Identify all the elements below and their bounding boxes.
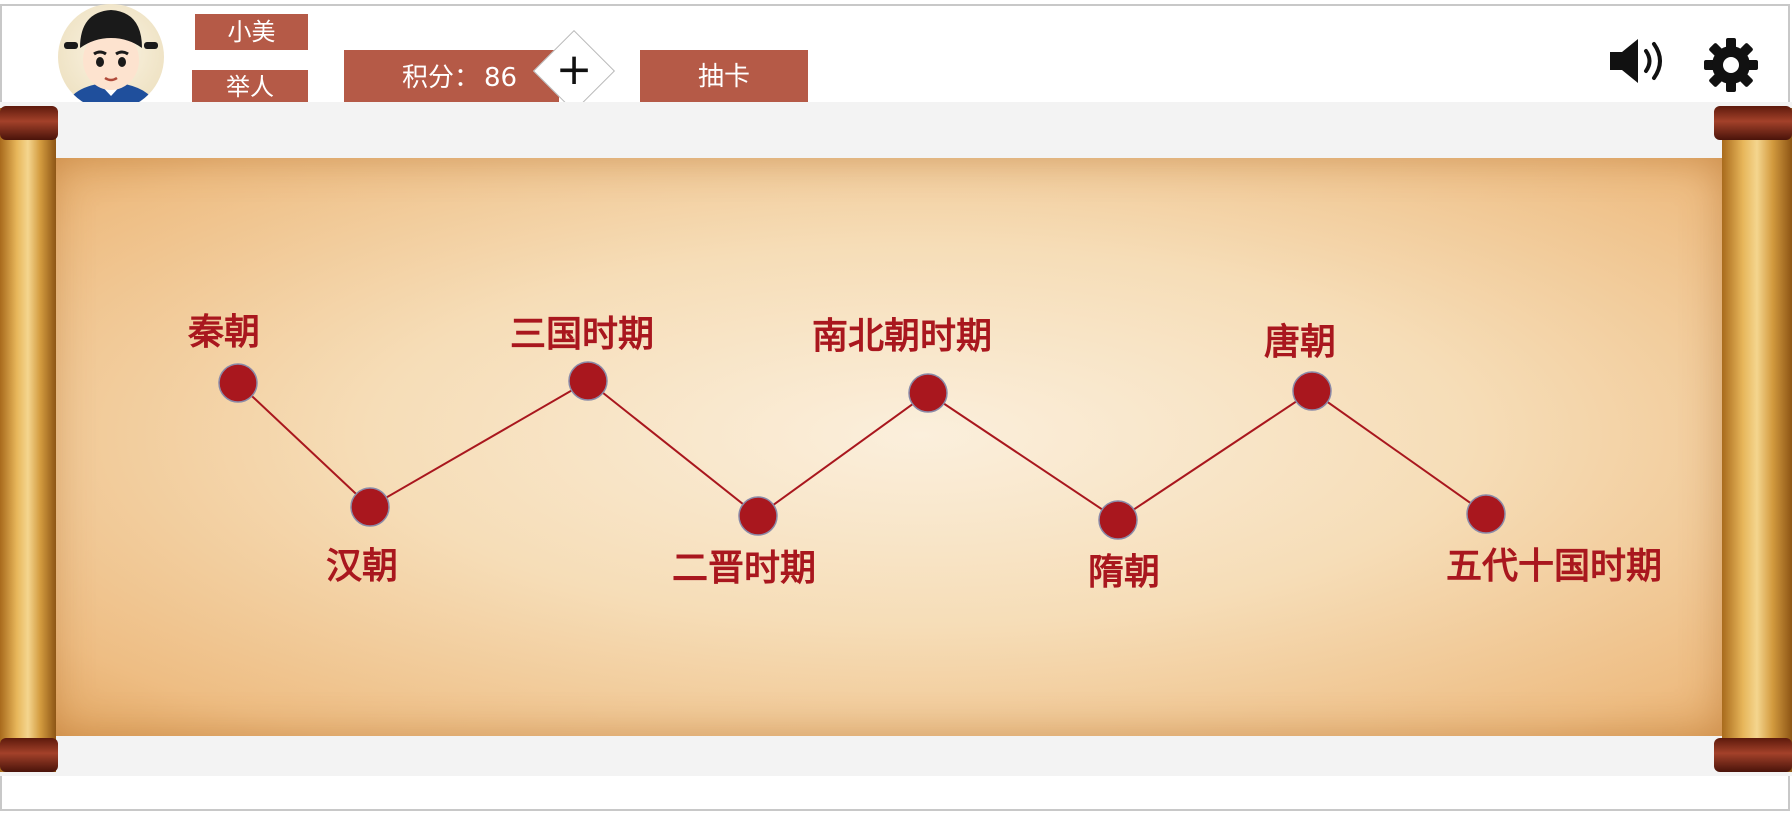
era-label-4[interactable]: 南北朝时期 [812,316,992,357]
era-label-7[interactable]: 五代十国时期 [1446,546,1662,587]
era-node-7[interactable] [1466,494,1506,534]
era-node-5[interactable] [1098,500,1138,540]
era-label-0[interactable]: 秦朝 [187,312,260,353]
era-label-5[interactable]: 隋朝 [1088,552,1160,593]
dynasty-timeline: 秦朝汉朝 三国时期二晋时期 南北朝时期隋朝 唐朝五代十国时期 [187,312,1662,593]
era-node-0[interactable] [218,363,258,403]
era-label-6[interactable]: 唐朝 [1264,321,1336,363]
era-label-1[interactable]: 汉朝 [326,546,398,587]
era-node-3[interactable] [738,496,778,536]
era-node-4[interactable] [908,373,948,413]
era-label-2[interactable]: 三国时期 [510,314,654,355]
era-node-6[interactable] [1292,371,1332,411]
era-node-1[interactable] [350,487,390,527]
era-node-2[interactable] [568,361,608,401]
era-label-3[interactable]: 二晋时期 [672,548,816,589]
